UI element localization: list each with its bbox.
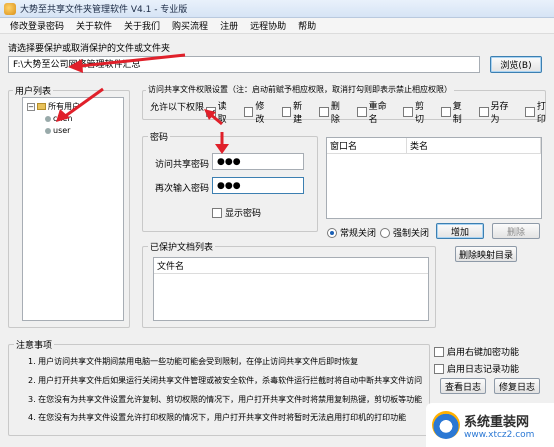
repair-log-button[interactable]: 修复日志 (494, 378, 540, 394)
perm-modify[interactable]: 修改 (243, 99, 273, 125)
user-list-title: 用户列表 (13, 84, 54, 97)
confirm-password-label: 再次输入密码 (155, 184, 210, 194)
checkbox-icon[interactable] (357, 107, 367, 117)
user-icon (45, 127, 51, 134)
checkbox-icon[interactable] (441, 107, 451, 117)
perm-label: 修改 (255, 102, 265, 125)
menu-about-software[interactable]: 关于软件 (70, 19, 118, 32)
perm-create[interactable]: 新建 (281, 99, 311, 125)
clear-mapping-button[interactable]: 删除映射目录 (455, 246, 517, 262)
radio-selected-icon[interactable] (327, 227, 337, 238)
show-password-label: 显示密码 (225, 209, 262, 219)
annotation-arrow-icon (56, 87, 104, 122)
window-title: 大势至共享文件夹管理软件 V4.1 - 专业版 (20, 5, 188, 15)
radio-force-close[interactable]: 强制关闭 (380, 226, 429, 239)
note-item-3: 3. 在您没有为共享文件设置允许复制、剪切权限的情况下，用户打开共享文件时将禁用… (28, 395, 423, 404)
perm-label: 重命名 (368, 102, 387, 125)
perm-copy[interactable]: 复制 (441, 99, 470, 125)
checkbox-icon[interactable] (434, 363, 444, 374)
confirm-password-input[interactable]: ●●● (212, 177, 304, 194)
menu-bar: 修改登录密码 关于软件 关于我们 购买流程 注册 远程协助 帮助 (0, 18, 554, 34)
annotation-arrow-icon (68, 53, 186, 73)
perm-save-as[interactable]: 另存为 (478, 99, 516, 125)
protected-file-list[interactable]: 文件名 (153, 257, 429, 321)
menu-about-us[interactable]: 关于我们 (118, 19, 166, 32)
delete-button[interactable]: 删除 (492, 223, 540, 239)
menu-purchase[interactable]: 购买流程 (166, 19, 214, 32)
perm-label: 删除 (330, 102, 340, 125)
note-item-1: 1. 用户访问共享文件期间禁用电脑一些功能可能会受到限制，在停止访问共享文件后即… (28, 357, 359, 366)
tree-user-label: user (53, 126, 71, 135)
column-class-name[interactable]: 类名 (407, 138, 541, 154)
view-log-button[interactable]: 查看日志 (440, 378, 486, 394)
radio-label: 常规关闭 (340, 229, 377, 239)
watermark: 系统重装网 www.xtcz2.com (426, 403, 554, 447)
permissions-title: 访问共享文件权限设置（注：启动前赋予相应权限，取消打勾则即表示禁止相应权限） (146, 84, 454, 95)
title-bar: 大势至共享文件夹管理软件 V4.1 - 专业版 (0, 0, 554, 18)
menu-remote-assist[interactable]: 远程协助 (244, 19, 292, 32)
annotation-arrow-icon (215, 132, 229, 154)
perm-label: 另存为 (490, 102, 509, 125)
annotation-arrow-icon (204, 109, 223, 126)
perm-delete[interactable]: 删除 (319, 99, 348, 125)
user-tree[interactable]: − 所有用户 chen user (22, 97, 124, 321)
checkbox-icon[interactable] (434, 346, 444, 357)
allow-permissions-label: 允许以下权限 (150, 103, 205, 113)
menu-help[interactable]: 帮助 (292, 19, 322, 32)
log-label: 启用日志记录功能 (447, 365, 520, 375)
password-title: 密码 (148, 130, 171, 143)
collapse-icon[interactable]: − (27, 102, 35, 111)
app-icon (4, 2, 16, 15)
menu-change-password[interactable]: 修改登录密码 (4, 19, 70, 32)
column-file-name[interactable]: 文件名 (154, 258, 428, 274)
notes-title: 注意事项 (14, 338, 55, 351)
table-header: 窗口名 类名 (327, 138, 541, 154)
watermark-url: www.xtcz2.com (464, 429, 535, 440)
checkbox-icon[interactable] (525, 107, 535, 117)
radio-icon[interactable] (380, 227, 390, 238)
show-password-option[interactable]: 显示密码 (212, 206, 261, 219)
perm-print[interactable]: 打印 (525, 99, 554, 125)
checkbox-icon[interactable] (478, 107, 489, 117)
watermark-name: 系统重装网 (464, 414, 530, 430)
checkbox-icon[interactable] (319, 107, 329, 117)
window-table[interactable]: 窗口名 类名 (326, 137, 542, 219)
tree-user-item[interactable]: user (45, 125, 123, 136)
perm-label: 打印 (536, 102, 546, 125)
column-window-name[interactable]: 窗口名 (327, 138, 407, 154)
permission-checkboxes: 读取 修改 新建 删除 重命名 剪切 复制 另存为 打印 (206, 99, 554, 125)
right-click-option[interactable]: 启用右键加密功能 (434, 345, 519, 358)
add-button[interactable]: 增加 (436, 223, 484, 239)
perm-cut[interactable]: 剪切 (403, 99, 432, 125)
checkbox-icon[interactable] (403, 107, 413, 117)
note-item-4: 4. 在您没有为共享文件设置允许打印权限的情况下，用户打开共享文件时将暂时无法启… (28, 413, 407, 422)
access-password-label: 访问共享密码 (155, 160, 210, 170)
note-item-2: 2. 用户打开共享文件后如果运行关闭共享文件管理或被安全软件，杀毒软件运行拦截时… (28, 376, 423, 385)
browse-button[interactable]: 浏览(B) (490, 56, 542, 73)
radio-normal-close[interactable]: 常规关闭 (327, 226, 376, 239)
checkbox-icon[interactable] (212, 207, 222, 218)
log-option[interactable]: 启用日志记录功能 (434, 362, 519, 375)
checkbox-icon[interactable] (243, 107, 254, 117)
menu-register[interactable]: 注册 (214, 19, 244, 32)
protected-list-title: 已保护文档列表 (148, 240, 216, 253)
perm-label: 复制 (452, 102, 462, 125)
perm-label: 新建 (293, 102, 303, 125)
folder-icon (37, 103, 46, 110)
radio-label: 强制关闭 (393, 229, 430, 239)
checkbox-icon[interactable] (281, 107, 292, 117)
right-click-label: 启用右键加密功能 (447, 348, 520, 358)
perm-rename[interactable]: 重命名 (357, 99, 394, 125)
site-logo-icon (432, 411, 460, 439)
perm-label: 剪切 (414, 102, 424, 125)
